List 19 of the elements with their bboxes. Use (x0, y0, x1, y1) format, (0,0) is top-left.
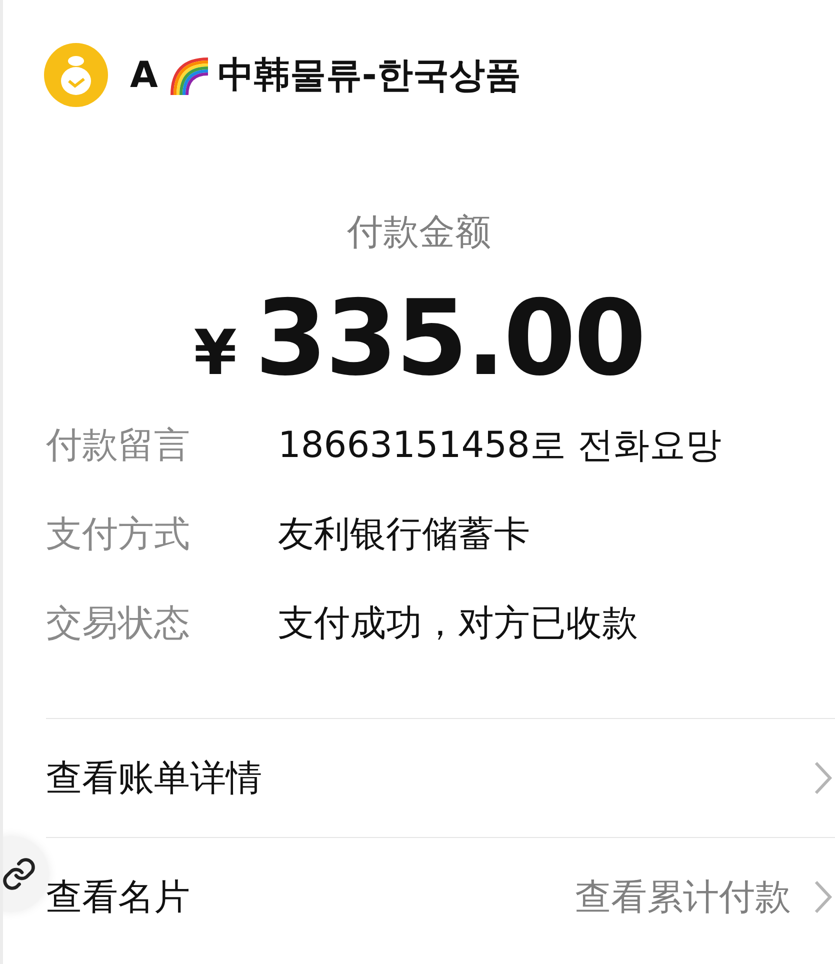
currency-symbol: ¥ (194, 316, 237, 389)
amount-value: 335.00 (254, 277, 644, 399)
amount-label: 付款金额 (347, 211, 491, 255)
link-secondary[interactable]: 查看累计付款 (575, 872, 791, 922)
detail-value: 支付成功，对方已收款 (278, 602, 638, 646)
chevron-icon (813, 879, 833, 915)
merchant-name: 中韩물류-한국상품 (218, 54, 521, 98)
chevron-icon (813, 760, 833, 796)
link-label[interactable]: 查看名片 (46, 872, 575, 922)
link-icon (3, 856, 37, 892)
rainbow-icon (168, 55, 208, 95)
detail-label: 付款留言 (46, 424, 191, 468)
detail-value: 友利银行储蓄卡 (278, 513, 530, 557)
money-bag-icon (44, 43, 108, 107)
detail-label: 支付方式 (46, 513, 191, 557)
detail-value: 18663151458로 전화요망 (278, 424, 722, 468)
merchant-prefix: A (130, 54, 158, 96)
link-label[interactable]: 查看账单详情 (46, 754, 813, 802)
detail-label: 交易状态 (46, 602, 191, 646)
